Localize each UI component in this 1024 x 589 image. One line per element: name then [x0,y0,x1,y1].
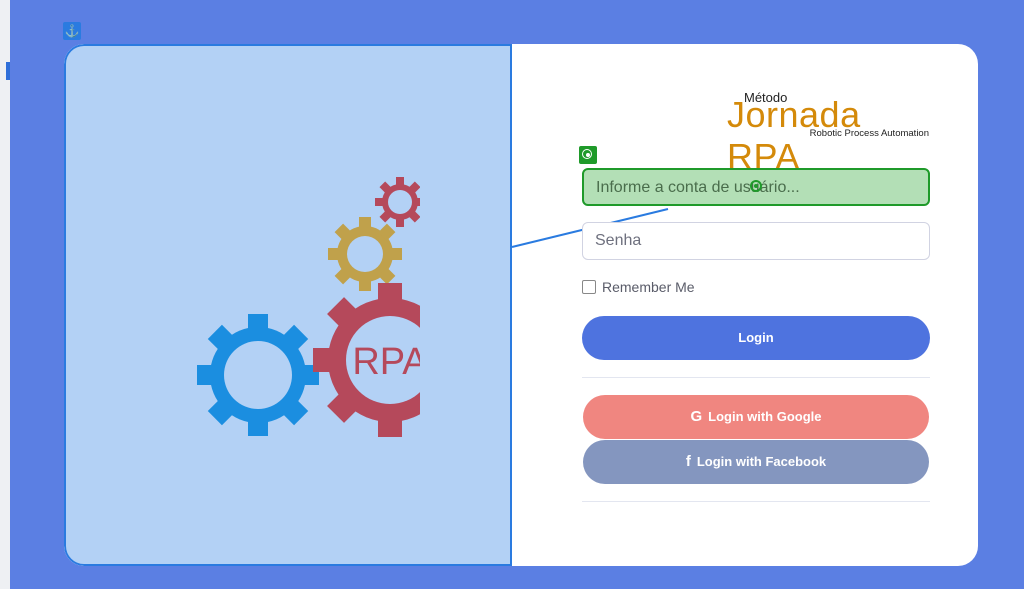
remember-me[interactable]: Remember Me [582,279,695,295]
facebook-icon: f [685,453,691,470]
remember-label: Remember Me [602,279,695,295]
jornada-rpa-logo: Método Jornada RPA Robotic Process Autom… [727,90,937,177]
google-button-label: Login with Google [708,409,822,424]
target-selector-icon[interactable] [579,146,597,164]
rpa-gears-illustration: RPA [197,177,420,437]
divider [582,501,930,502]
divider [582,377,930,378]
crosshair-icon [750,180,762,192]
gold-gear-icon [328,217,402,291]
side-marker [6,62,10,80]
password-input[interactable]: Senha [582,222,930,260]
anchor-icon[interactable]: ⚓ [63,22,81,40]
login-facebook-button[interactable]: f Login with Facebook [583,440,929,484]
google-icon: G [690,408,703,425]
facebook-button-label: Login with Facebook [696,454,827,469]
blue-gear-icon [197,314,319,436]
logo-subtitle: Robotic Process Automation [809,128,929,139]
login-button-label: Login [738,330,774,345]
small-red-gear-icon [375,177,420,227]
login-google-button[interactable]: G Login with Google [583,395,929,439]
gear-rpa-label: RPA [352,341,420,383]
remember-checkbox[interactable] [582,280,596,294]
large-rpa-gear-icon: RPA [313,283,420,437]
login-button[interactable]: Login [582,316,930,360]
side-strip [0,0,10,589]
